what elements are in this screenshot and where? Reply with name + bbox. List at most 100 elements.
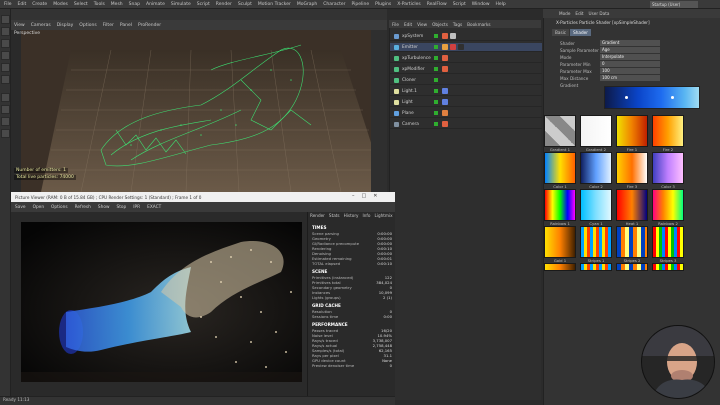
gradient-preset[interactable]	[652, 115, 684, 147]
tag-icon[interactable]	[442, 88, 448, 94]
om-object-row[interactable]: Plane	[390, 109, 542, 118]
viewport-menu-item[interactable]: Options	[79, 23, 96, 28]
stats-tab[interactable]: Lightmix	[374, 213, 392, 218]
viewport-menu-item[interactable]: Panel	[120, 23, 132, 28]
menu-item[interactable]: Edit	[18, 2, 27, 7]
field-value[interactable]: 100	[600, 68, 660, 74]
move-tool-icon[interactable]	[1, 93, 10, 102]
gradient-preset[interactable]	[544, 189, 576, 221]
om-object-row[interactable]: Light.1	[390, 87, 542, 96]
visibility-check-icon[interactable]	[434, 67, 438, 71]
layout-selector[interactable]: Startup (User)	[650, 1, 698, 8]
menu-item[interactable]: Script	[453, 2, 466, 7]
attr-menu-item[interactable]: User Data	[589, 11, 610, 16]
gradient-preset[interactable]	[616, 152, 648, 184]
gradient-editor[interactable]	[604, 86, 700, 109]
menu-item[interactable]: Window	[472, 2, 490, 7]
om-object-row[interactable]: Emitter	[390, 43, 542, 52]
menu-item[interactable]: MoGraph	[297, 2, 317, 7]
menu-item[interactable]: Modes	[53, 2, 68, 7]
minimize-icon[interactable]: –	[352, 193, 355, 199]
gradient-preset[interactable]	[580, 189, 612, 221]
tag-icon[interactable]	[442, 44, 448, 50]
menu-item[interactable]: Snap	[129, 2, 140, 7]
tag-icon[interactable]	[450, 44, 456, 50]
viewport-menu-item[interactable]: Cameras	[31, 23, 51, 28]
gradient-preset[interactable]	[616, 115, 648, 147]
attr-menu-item[interactable]: Mode	[559, 11, 570, 16]
gradient-preset[interactable]	[652, 263, 684, 271]
visibility-check-icon[interactable]	[434, 34, 438, 38]
gradient-preset[interactable]	[580, 226, 612, 258]
stats-tab[interactable]: Stats	[329, 213, 340, 218]
field-value[interactable]: 0	[600, 61, 660, 67]
om-menu-item[interactable]: File	[392, 22, 399, 27]
field-value[interactable]: 100 cm	[600, 75, 660, 81]
picture-viewer-button[interactable]: Options	[51, 205, 68, 210]
menu-item[interactable]: Help	[496, 2, 506, 7]
om-menu-item[interactable]: View	[417, 22, 427, 27]
viewport-menu-item[interactable]: Display	[57, 23, 74, 28]
menu-item[interactable]: Create	[32, 2, 47, 7]
menu-item[interactable]: Simulate	[171, 2, 191, 7]
picture-viewer-button[interactable]: EXACT	[147, 205, 161, 210]
texture-mode-icon[interactable]	[1, 39, 10, 48]
visibility-check-icon[interactable]	[434, 122, 438, 126]
menu-item[interactable]: Mesh	[111, 2, 123, 7]
tag-icon[interactable]	[442, 66, 448, 72]
picture-viewer-button[interactable]: IPR	[133, 205, 140, 210]
field-value[interactable]: Gradient	[600, 40, 660, 46]
menu-item[interactable]: Select	[74, 2, 88, 7]
make-editable-icon[interactable]	[1, 15, 10, 24]
picture-viewer-button[interactable]: Show	[98, 205, 110, 210]
menu-item[interactable]: Plugins	[375, 2, 391, 7]
attr-menu-item[interactable]: Edit	[575, 11, 583, 16]
gradient-preset[interactable]	[652, 152, 684, 184]
picture-viewer-button[interactable]: Stop	[116, 205, 126, 210]
tag-icon[interactable]	[442, 121, 448, 127]
picture-viewer-button[interactable]: Save	[15, 205, 26, 210]
viewport-menu-item[interactable]: View	[14, 23, 25, 28]
tag-icon[interactable]	[442, 55, 448, 61]
om-object-row[interactable]: xpTurbulence	[390, 54, 542, 63]
visibility-check-icon[interactable]	[434, 78, 438, 82]
field-value[interactable]: Age	[600, 47, 660, 53]
field-value[interactable]: Interpolate	[600, 54, 660, 60]
menu-item[interactable]: RealFlow	[427, 2, 447, 7]
om-object-row[interactable]: Camera	[390, 120, 542, 129]
stats-tab[interactable]: History	[344, 213, 359, 218]
visibility-check-icon[interactable]	[434, 111, 438, 115]
om-menu-item[interactable]: Edit	[404, 22, 412, 27]
tag-icon[interactable]	[442, 110, 448, 116]
gradient-preset[interactable]	[652, 189, 684, 221]
gradient-preset[interactable]	[616, 263, 648, 271]
gradient-preset[interactable]	[544, 115, 576, 147]
gradient-preset[interactable]	[544, 226, 576, 258]
tag-icon[interactable]	[458, 44, 464, 50]
snap-icon[interactable]	[1, 129, 10, 138]
tag-icon[interactable]	[442, 99, 448, 105]
points-mode-icon[interactable]	[1, 51, 10, 60]
tab-shader[interactable]: Shader	[570, 29, 591, 36]
gradient-preset[interactable]	[616, 226, 648, 258]
stats-tab[interactable]: Render	[310, 213, 325, 218]
gradient-preset[interactable]	[544, 263, 576, 271]
menu-item[interactable]: File	[4, 2, 12, 7]
model-mode-icon[interactable]	[1, 27, 10, 36]
gradient-knot[interactable]	[671, 96, 674, 99]
menu-item[interactable]: Tools	[94, 2, 105, 7]
viewport-menu-item[interactable]: Filter	[103, 23, 114, 28]
menu-item[interactable]: X-Particles	[397, 2, 420, 7]
scale-tool-icon[interactable]	[1, 105, 10, 114]
visibility-check-icon[interactable]	[434, 45, 438, 49]
gradient-preset[interactable]	[580, 263, 612, 271]
gradient-preset[interactable]	[580, 115, 612, 147]
om-object-row[interactable]: xpModifier	[390, 65, 542, 74]
om-menu-item[interactable]: Tags	[453, 22, 462, 27]
gradient-preset[interactable]	[616, 189, 648, 221]
visibility-check-icon[interactable]	[434, 56, 438, 60]
menu-item[interactable]: Render	[216, 2, 232, 7]
gradient-preset[interactable]	[580, 152, 612, 184]
menu-item[interactable]: Script	[197, 2, 210, 7]
menu-item[interactable]: Character	[323, 2, 345, 7]
